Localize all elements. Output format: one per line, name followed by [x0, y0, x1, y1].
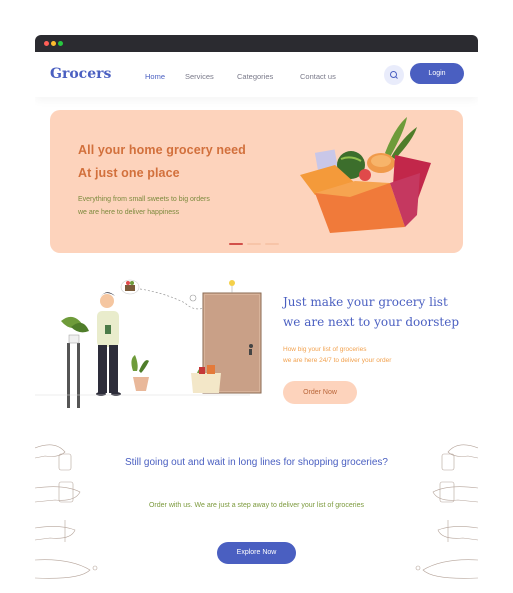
search-icon: [390, 71, 398, 79]
nav-services[interactable]: Services: [185, 72, 214, 81]
cta-subtext: Order with us. We are just a step away t…: [148, 502, 364, 509]
order-now-button[interactable]: Order Now: [283, 381, 357, 404]
maximize-window-dot[interactable]: [58, 41, 63, 46]
nav-home[interactable]: Home: [145, 72, 165, 81]
minimize-window-dot[interactable]: [51, 41, 56, 46]
delivery-title-line2: we are next to your doorstep: [283, 315, 460, 329]
hero-headline-line1: All your home grocery need: [78, 143, 246, 157]
nav-contact-us[interactable]: Contact us: [300, 72, 336, 81]
hero-subtext-line2: we are here to deliver happiness: [78, 209, 180, 216]
slider-dot[interactable]: [247, 243, 261, 245]
delivery-subtext-line2: we are here 24/7 to deliver your order: [283, 357, 392, 364]
browser-window: Grocers Home Services Categories Contact…: [35, 35, 478, 585]
hero-subtext-line1: Everything from small sweets to big orde…: [78, 196, 210, 203]
brand-logo[interactable]: Grocers: [50, 66, 111, 82]
explore-now-button[interactable]: Explore Now: [217, 542, 296, 564]
slider-dot-active[interactable]: [229, 243, 243, 245]
login-button[interactable]: Login: [410, 63, 464, 84]
nav-categories[interactable]: Categories: [237, 72, 273, 81]
hero-banner: All your home grocery need At just one p…: [50, 110, 463, 253]
close-window-dot[interactable]: [44, 41, 49, 46]
delivery-illustration: [35, 279, 262, 408]
grocery-box-illustration: [300, 117, 431, 233]
window-titlebar: [35, 35, 478, 52]
search-button[interactable]: [384, 65, 404, 85]
hero-headline-line2: At just one place: [78, 166, 180, 180]
delivery-title-line1: Just make your grocery list: [283, 295, 448, 309]
top-navbar: Grocers Home Services Categories Contact…: [35, 52, 478, 97]
delivery-subtext-line1: How big your list of groceries: [283, 346, 367, 353]
hands-lineart-left: [35, 444, 98, 579]
cta-title: Still going out and wait in long lines f…: [125, 457, 388, 468]
slider-dot[interactable]: [265, 243, 279, 245]
hands-lineart-right: [415, 444, 478, 579]
